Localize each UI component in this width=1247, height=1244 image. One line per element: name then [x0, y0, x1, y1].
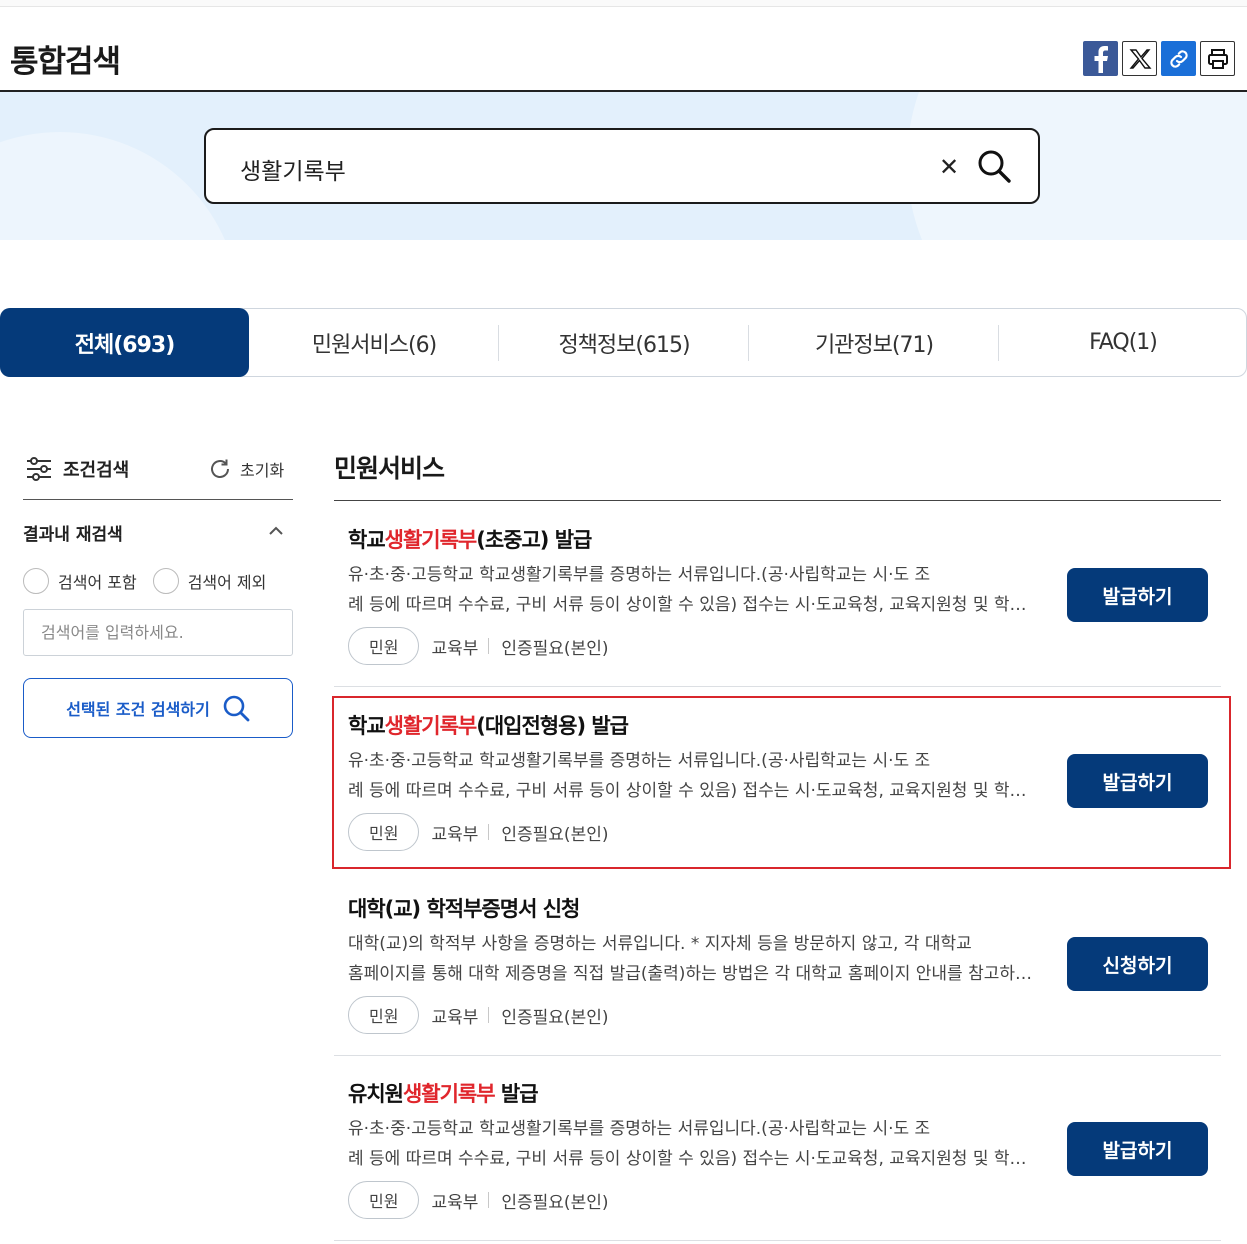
result-title-text: 유치원: [348, 1082, 404, 1106]
result-item-focused: 학교생활기록부(대입전형용) 발급 유·초·중·고등학교 학교생활기록부를 증명…: [332, 696, 1231, 869]
research-keyword-input[interactable]: [23, 609, 293, 656]
chevron-up-icon[interactable]: [267, 522, 285, 540]
facebook-icon[interactable]: [1083, 41, 1118, 76]
meta-divider: [488, 824, 490, 840]
result-title[interactable]: 유치원생활기록부 발급: [348, 1078, 539, 1108]
meta-divider: [488, 1007, 490, 1023]
tab-civil-service[interactable]: 민원서비스(6): [249, 309, 499, 376]
result-desc-line: 대학(교)의 학적부 사항을 증명하는 서류입니다. * 지자체 등을 방문하지…: [348, 934, 972, 954]
result-desc-line: 유·초·중·고등학교 학교생활기록부를 증명하는 서류입니다.(공·사립학교는 …: [348, 565, 931, 585]
filter-header: 조건검색 초기화: [23, 440, 293, 500]
auth-label: 인증필요(본인): [501, 1192, 609, 1213]
auth-label: 인증필요(본인): [501, 638, 609, 659]
agency-label: 교육부: [431, 1192, 479, 1213]
result-description: 유·초·중·고등학교 학교생활기록부를 증명하는 서류입니다.(공·사립학교는 …: [348, 746, 1038, 806]
radio-exclude[interactable]: [152, 568, 179, 594]
result-desc-line: 례 등에 따르며 수수료, 구비 서류 등이 상이할 수 있음) 접수는 시·도…: [348, 781, 1038, 801]
result-title-text: 발급: [494, 1082, 539, 1106]
search-icon[interactable]: [976, 148, 1012, 184]
search-icon: [223, 695, 250, 722]
category-badge: 민원: [348, 1181, 420, 1219]
issue-button[interactable]: 발급하기: [1067, 568, 1208, 622]
top-strip: [0, 0, 1247, 7]
radio-include[interactable]: [23, 568, 49, 594]
result-description: 유·초·중·고등학교 학교생활기록부를 증명하는 서류입니다.(공·사립학교는 …: [348, 1114, 1038, 1174]
category-badge: 민원: [348, 627, 420, 665]
result-desc-line: 유·초·중·고등학교 학교생활기록부를 증명하는 서류입니다.(공·사립학교는 …: [348, 1119, 931, 1139]
result-title-text: 대학(교) 학적부증명서 신청: [348, 897, 580, 921]
result-meta: 민원 교육부 인증필요(본인): [348, 813, 608, 851]
apply-filter-button[interactable]: 선택된 조건 검색하기: [23, 678, 293, 738]
result-title[interactable]: 대학(교) 학적부증명서 신청: [348, 893, 580, 923]
tab-agency[interactable]: 기관정보(71): [749, 309, 999, 376]
research-title: 결과내 재검색: [23, 525, 123, 545]
page-title: 통합검색: [10, 44, 121, 80]
result-title-highlight: 생활기록부: [384, 714, 478, 738]
agency-label: 교육부: [431, 824, 479, 845]
radio-exclude-label[interactable]: 검색어 제외: [188, 569, 267, 593]
clear-search-icon[interactable]: ✕: [936, 152, 962, 182]
category-tabs: 전체(693) 민원서비스(6) 정책정보(615) 기관정보(71) FAQ(…: [0, 308, 1247, 377]
reset-icon[interactable]: [208, 457, 232, 481]
category-badge: 민원: [348, 996, 420, 1034]
x-icon[interactable]: [1122, 41, 1157, 76]
search-input[interactable]: 생활기록부 ✕: [204, 128, 1040, 204]
result-item: 대학(교) 학적부증명서 신청 대학(교)의 학적부 사항을 증명하는 서류입니…: [334, 871, 1221, 1056]
result-title-highlight: 생활기록부: [384, 528, 478, 552]
apply-filter-label: 선택된 조건 검색하기: [66, 700, 210, 719]
category-badge: 민원: [348, 813, 420, 851]
research-options: 검색어 포함 검색어 제외: [23, 567, 282, 595]
tab-faq[interactable]: FAQ(1): [999, 309, 1247, 376]
auth-label: 인증필요(본인): [501, 1007, 609, 1028]
section-divider: [334, 500, 1221, 501]
result-desc-line: 례 등에 따르며 수수료, 구비 서류 등이 상이할 수 있음) 접수는 시·도…: [348, 595, 1038, 615]
result-meta: 민원 교육부 인증필요(본인): [348, 996, 608, 1034]
link-icon[interactable]: [1161, 41, 1196, 76]
result-title-text: 학교: [348, 528, 386, 552]
result-title-text: (초중고) 발급: [476, 528, 592, 552]
issue-button[interactable]: 발급하기: [1067, 754, 1208, 808]
filter-title: 조건검색: [63, 460, 130, 481]
result-desc-line: 례 등에 따르며 수수료, 구비 서류 등이 상이할 수 있음) 접수는 시·도…: [348, 1149, 1038, 1169]
result-desc-line: 유·초·중·고등학교 학교생활기록부를 증명하는 서류입니다.(공·사립학교는 …: [348, 751, 931, 771]
result-item: 학교생활기록부(초중고) 발급 유·초·중·고등학교 학교생활기록부를 증명하는…: [334, 502, 1221, 687]
tab-policy[interactable]: 정책정보(615): [499, 309, 749, 376]
result-title-text: 학교: [348, 714, 386, 738]
meta-divider: [488, 638, 490, 654]
issue-button[interactable]: 발급하기: [1067, 1122, 1208, 1176]
page-header: 통합검색: [0, 8, 1247, 92]
auth-label: 인증필요(본인): [501, 824, 609, 845]
result-description: 유·초·중·고등학교 학교생활기록부를 증명하는 서류입니다.(공·사립학교는 …: [348, 560, 1038, 620]
search-band: 생활기록부 ✕: [0, 92, 1247, 240]
result-title[interactable]: 학교생활기록부(대입전형용) 발급: [348, 710, 629, 740]
result-title[interactable]: 학교생활기록부(초중고) 발급: [348, 524, 592, 554]
print-icon[interactable]: [1200, 41, 1235, 76]
section-title: 민원서비스: [334, 454, 445, 483]
result-desc-line: 홈페이지를 통해 대학 제증명을 직접 발급(출력)하는 방법은 각 대학교 홈…: [348, 964, 1038, 984]
agency-label: 교육부: [431, 638, 479, 659]
result-title-highlight: 생활기록부: [402, 1082, 496, 1106]
result-item: 유치원생활기록부 발급 유·초·중·고등학교 학교생활기록부를 증명하는 서류입…: [334, 1056, 1221, 1241]
filter-sliders-icon: [27, 457, 51, 481]
result-title-text: (대입전형용) 발급: [476, 714, 629, 738]
agency-label: 교육부: [431, 1007, 479, 1028]
meta-divider: [488, 1192, 490, 1208]
apply-button[interactable]: 신청하기: [1067, 937, 1208, 991]
reset-button[interactable]: 초기화: [240, 457, 284, 481]
radio-include-label[interactable]: 검색어 포함: [58, 569, 137, 593]
result-meta: 민원 교육부 인증필요(본인): [348, 1181, 608, 1219]
result-meta: 민원 교육부 인증필요(본인): [348, 627, 608, 665]
search-query-text: 생활기록부: [240, 159, 346, 185]
share-toolbar: [1083, 41, 1235, 76]
result-description: 대학(교)의 학적부 사항을 증명하는 서류입니다. * 지자체 등을 방문하지…: [348, 929, 1038, 989]
tab-all[interactable]: 전체(693): [0, 308, 249, 377]
